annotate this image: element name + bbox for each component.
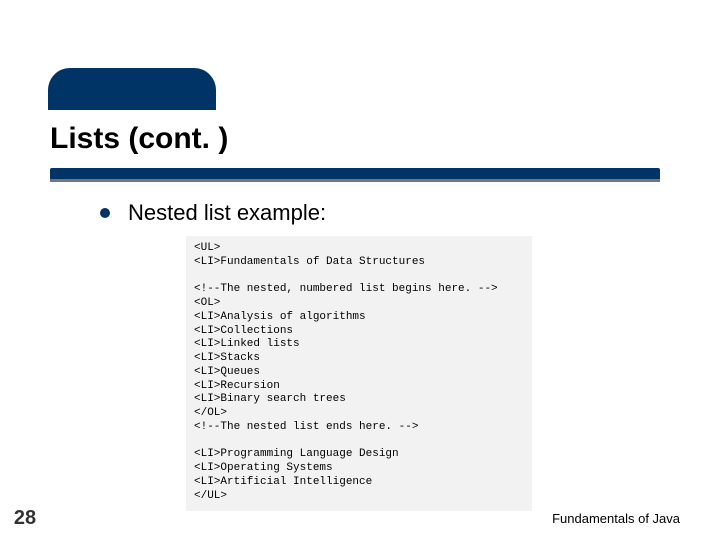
- decorative-tab: [48, 68, 216, 110]
- slide-title: Lists (cont. ): [50, 122, 228, 156]
- title-underline-bar: [50, 168, 660, 182]
- footer-text: Fundamentals of Java: [552, 511, 680, 526]
- bar-shadow: [50, 179, 660, 182]
- code-example: <UL> <LI>Fundamentals of Data Structures…: [186, 236, 532, 511]
- bullet-icon: [100, 208, 110, 218]
- page-number: 28: [12, 507, 38, 530]
- bullet-row: Nested list example:: [100, 200, 326, 226]
- slide: Lists (cont. ) Nested list example: <UL>…: [0, 0, 720, 540]
- bullet-text: Nested list example:: [128, 200, 326, 226]
